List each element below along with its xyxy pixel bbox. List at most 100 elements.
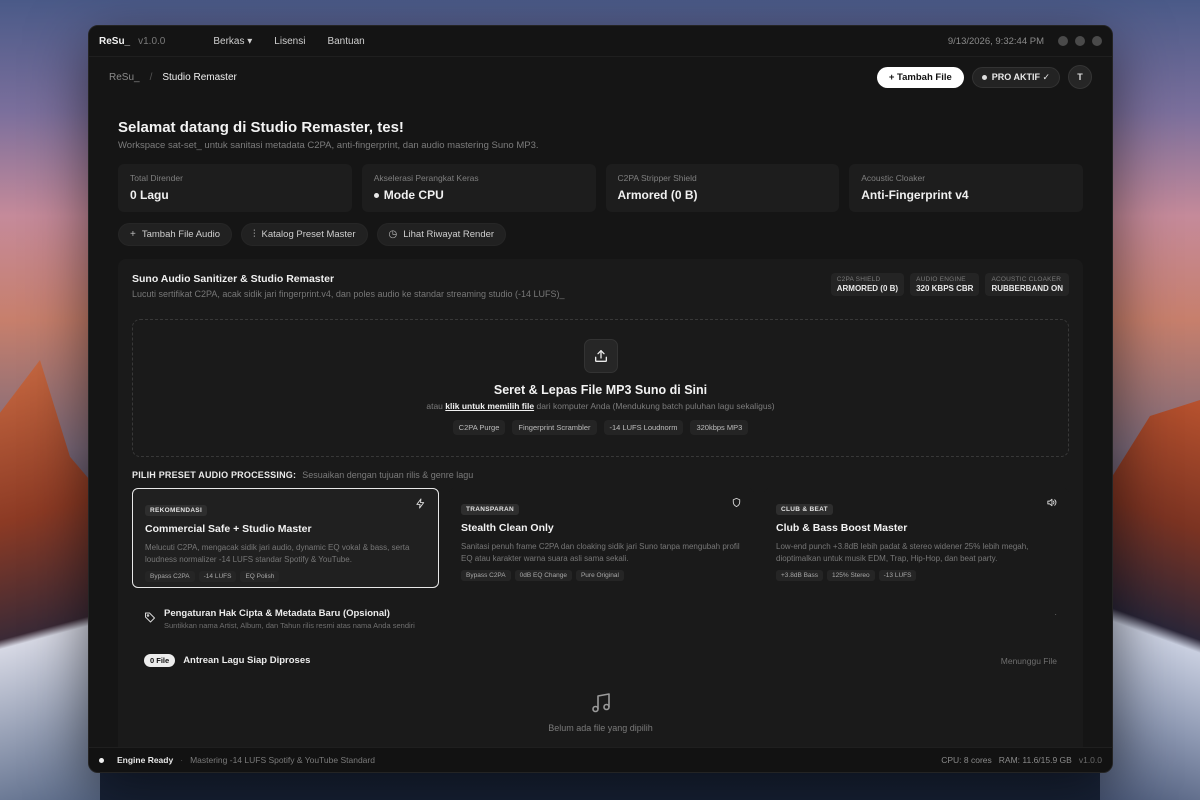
status-bar: Engine Ready · Mastering -14 LUFS Spotif… bbox=[89, 747, 1112, 772]
stat-acoustic-cloaker: Acoustic Cloaker Anti-Fingerprint v4 bbox=[849, 164, 1083, 212]
choose-file-link[interactable]: klik untuk memilih file bbox=[445, 401, 534, 411]
feature-tag: C2PA Purge bbox=[452, 420, 506, 435]
upload-icon bbox=[583, 339, 618, 373]
mastering-mode-label: Mastering -14 LUFS Spotify & YouTube Sta… bbox=[190, 755, 375, 765]
status-dot-icon bbox=[373, 192, 379, 198]
feature-tag: -14 LUFS Loudnorm bbox=[603, 420, 684, 435]
preset-cards: REKOMENDASI Commercial Safe + Studio Mas… bbox=[132, 488, 1069, 588]
stat-value: Anti-Fingerprint v4 bbox=[861, 188, 969, 202]
dropzone-subtitle: atau klik untuk memilih file dari komput… bbox=[426, 401, 775, 411]
menu-berkas[interactable]: Berkas ▾ bbox=[213, 36, 252, 47]
preset-tags: Bypass C2PA 0dB EQ Change Pure Original bbox=[461, 570, 742, 582]
panel-header: Suno Audio Sanitizer & Studio Remaster L… bbox=[132, 273, 1069, 299]
status-chips: C2PA SHIELD ARMORED (0 B) AUDIO ENGINE 3… bbox=[830, 273, 1069, 296]
preset-catalog-button[interactable]: ⫶ Katalog Preset Master bbox=[241, 223, 368, 246]
queue-empty-state: Belum ada file yang dipilih bbox=[132, 691, 1069, 733]
add-audio-file-button[interactable]: + Tambah File Audio bbox=[118, 223, 233, 246]
app-window: ReSu_ v1.0.0 Berkas ▾ Lisensi Bantuan 9/… bbox=[88, 25, 1113, 773]
preset-description: Sanitasi penuh frame C2PA dan cloaking s… bbox=[461, 542, 740, 563]
clock: 9/13/2026, 9:32:44 PM bbox=[947, 35, 1044, 47]
add-file-button[interactable]: + Tambah File bbox=[876, 66, 964, 88]
page-subtitle: Workspace sat-set_ untuk sanitasi metada… bbox=[118, 140, 539, 151]
cpu-readout: CPU: 8 cores bbox=[941, 755, 992, 765]
feature-tag: Fingerprint Scrambler bbox=[512, 420, 597, 435]
quick-actions: + Tambah File Audio ⫶ Katalog Preset Mas… bbox=[118, 223, 1083, 246]
feature-tag: 320kbps MP3 bbox=[690, 420, 749, 435]
minimize-button[interactable] bbox=[1058, 36, 1068, 46]
ram-readout: RAM: 11.6/15.9 GB bbox=[998, 755, 1072, 765]
title-bar: ReSu_ v1.0.0 Berkas ▾ Lisensi Bantuan 9/… bbox=[89, 26, 1112, 57]
sanitizer-panel: Suno Audio Sanitizer & Studio Remaster L… bbox=[118, 259, 1083, 759]
queue-count-badge: 0 File bbox=[144, 654, 176, 667]
page-title: Selamat datang di Studio Remaster, tes! bbox=[118, 119, 404, 136]
stats-row: Total Dirender 0 Lagu Akselerasi Perangk… bbox=[118, 164, 1083, 212]
metadata-settings-toggle[interactable]: Pengaturan Hak Cipta & Metadata Baru (Op… bbox=[132, 608, 1069, 630]
preset-tags: Bypass C2PA -14 LUFS EQ Polish bbox=[145, 571, 426, 583]
stat-label: Akselerasi Perangkat Keras bbox=[373, 173, 479, 183]
stat-value: 0 Lagu bbox=[130, 188, 169, 202]
menu-bantuan[interactable]: Bantuan bbox=[327, 36, 364, 47]
dropzone-tags: C2PA Purge Fingerprint Scrambler -14 LUF… bbox=[452, 420, 749, 435]
chip-audio-engine: AUDIO ENGINE 320 KBPS CBR bbox=[910, 273, 980, 296]
breadcrumb-separator: / bbox=[149, 71, 153, 83]
nav-right: + Tambah File PRO AKTIF ✓ T bbox=[876, 65, 1092, 89]
stat-value: Armored (0 B) bbox=[617, 188, 698, 202]
music-note-icon bbox=[591, 693, 610, 713]
queue-header: 0 File Antrean Lagu Siap Diproses Menung… bbox=[132, 654, 1069, 667]
stat-label: Acoustic Cloaker bbox=[861, 173, 926, 183]
engine-status-dot-icon bbox=[99, 757, 104, 763]
panel-subtitle: Lucuti sertifikat C2PA, acak sidik jari … bbox=[132, 289, 565, 299]
preset-card-stealth-clean[interactable]: TRANSPARAN Stealth Clean Only Sanitasi p… bbox=[449, 488, 754, 588]
app-brand: ReSu_ bbox=[99, 35, 131, 47]
speaker-icon bbox=[1047, 498, 1057, 507]
stat-hardware-acceleration: Akselerasi Perangkat Keras Mode CPU bbox=[361, 164, 596, 212]
expand-caret-icon[interactable]: · bbox=[1054, 610, 1057, 619]
top-nav: ReSu_ / Studio Remaster + Tambah File PR… bbox=[89, 57, 1112, 97]
status-dot-icon bbox=[981, 74, 987, 80]
history-icon: ◷ bbox=[388, 229, 398, 240]
main-content: Selamat datang di Studio Remaster, tes! … bbox=[89, 97, 1112, 759]
preset-card-commercial-safe[interactable]: REKOMENDASI Commercial Safe + Studio Mas… bbox=[132, 488, 439, 588]
bolt-icon bbox=[416, 498, 425, 509]
preset-card-club-bass[interactable]: CLUB & BEAT Club & Bass Boost Master Low… bbox=[764, 488, 1069, 588]
background-mountain-left bbox=[0, 360, 100, 800]
sliders-icon: ⫶ bbox=[253, 229, 256, 240]
preset-badge: REKOMENDASI bbox=[145, 505, 208, 516]
queue-status: Menunggu File bbox=[1000, 655, 1057, 666]
tag-icon bbox=[145, 612, 155, 623]
background-mountain-right bbox=[1100, 400, 1200, 800]
preset-title: Club & Bass Boost Master bbox=[776, 522, 908, 534]
breadcrumb-current: Studio Remaster bbox=[162, 71, 237, 83]
menu-lisensi[interactable]: Lisensi bbox=[274, 36, 305, 47]
preset-title: Commercial Safe + Studio Master bbox=[145, 523, 312, 535]
pro-label: PRO AKTIF ✓ bbox=[991, 71, 1050, 82]
render-history-button[interactable]: ◷ Lihat Riwayat Render bbox=[376, 223, 507, 246]
avatar[interactable]: T bbox=[1068, 65, 1092, 89]
plus-icon: + bbox=[130, 229, 136, 240]
metadata-subtitle: Suntikkan nama Artist, Album, dan Tahun … bbox=[164, 621, 415, 630]
preset-badge: CLUB & BEAT bbox=[776, 504, 833, 515]
stat-label: C2PA Stripper Shield bbox=[617, 173, 697, 183]
maximize-button[interactable] bbox=[1075, 36, 1085, 46]
breadcrumb-root[interactable]: ReSu_ bbox=[109, 72, 140, 83]
stat-label: Total Dirender bbox=[130, 173, 183, 183]
empty-text: Belum ada file yang dipilih bbox=[548, 723, 653, 733]
preset-title: Stealth Clean Only bbox=[461, 522, 554, 534]
metadata-title: Pengaturan Hak Cipta & Metadata Baru (Op… bbox=[164, 608, 390, 619]
status-version: v1.0.0 bbox=[1078, 755, 1102, 765]
stat-c2pa-shield: C2PA Stripper Shield Armored (0 B) bbox=[605, 164, 840, 212]
app-version: v1.0.0 bbox=[138, 35, 166, 47]
chip-acoustic-cloaker: ACOUSTIC CLOAKER RUBBERBAND ON bbox=[985, 273, 1069, 296]
dropzone-title: Seret & Lepas File MP3 Suno di Sini bbox=[493, 383, 708, 397]
close-button[interactable] bbox=[1092, 36, 1102, 46]
engine-ready-label: Engine Ready bbox=[117, 755, 174, 765]
file-dropzone[interactable]: Seret & Lepas File MP3 Suno di Sini atau… bbox=[132, 319, 1069, 457]
queue-title: Antrean Lagu Siap Diproses bbox=[183, 655, 311, 666]
stat-value: Mode CPU bbox=[373, 188, 584, 202]
menu-bar: Berkas ▾ Lisensi Bantuan bbox=[213, 36, 364, 47]
preset-description: Melucuti C2PA, mengacak sidik jari audio… bbox=[145, 543, 410, 564]
preset-tags: +3.8dB Bass 125% Stereo -13 LUFS bbox=[776, 570, 1057, 582]
chip-c2pa-shield: C2PA SHIELD ARMORED (0 B) bbox=[830, 273, 905, 296]
preset-description: Low-end punch +3.8dB lebih padat & stere… bbox=[776, 542, 1029, 563]
panel-title: Suno Audio Sanitizer & Studio Remaster bbox=[132, 273, 335, 285]
